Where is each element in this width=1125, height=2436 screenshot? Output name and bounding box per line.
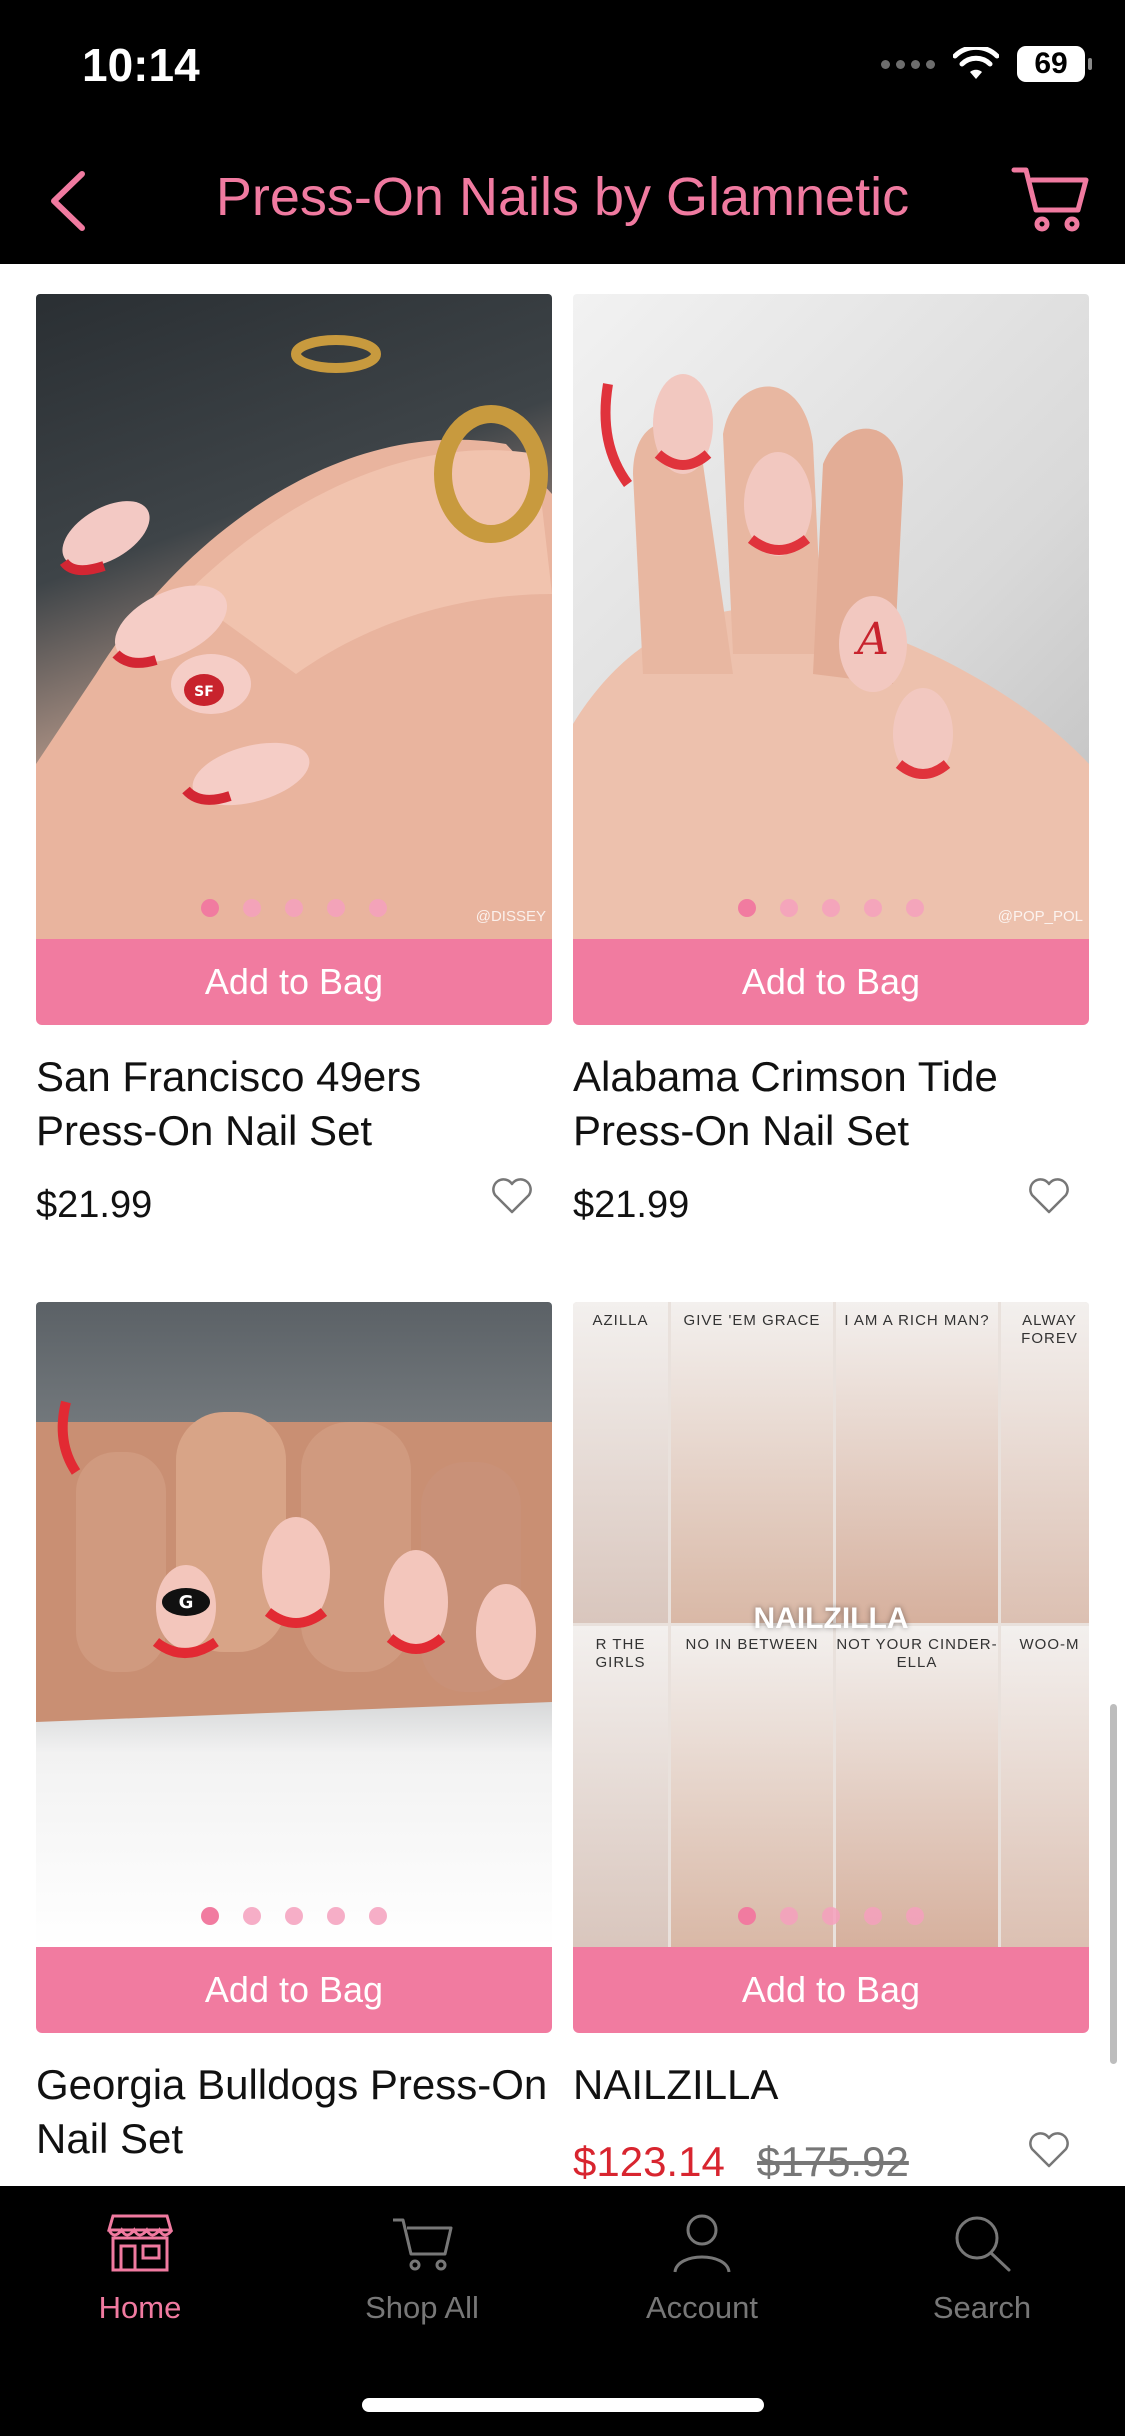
page-title: Press-On Nails by Glamnetic xyxy=(215,167,910,227)
product-card[interactable]: AZILLA GIVE 'EM GRACE I AM A RICH MAN? A… xyxy=(573,1302,1089,2186)
scroll-indicator[interactable] xyxy=(1110,1704,1117,2064)
product-title[interactable]: Georgia Bulldogs Press-On Nail Set xyxy=(36,2058,552,2166)
tab-label: Search xyxy=(932,2290,1032,2325)
product-price: $21.99 xyxy=(36,1184,153,1226)
tab-bar: Home Shop All Account Search xyxy=(0,2186,1125,2436)
collage-label: R THE GIRLS xyxy=(595,1636,646,1671)
collage-label: ALWAY FOREV xyxy=(1021,1312,1078,1347)
product-image[interactable]: AZILLA GIVE 'EM GRACE I AM A RICH MAN? A… xyxy=(573,1302,1089,1947)
nails-photo: SF xyxy=(36,335,552,939)
svg-text:SF: SF xyxy=(194,684,214,700)
product-title[interactable]: Alabama Crimson Tide Press-On Nail Set xyxy=(573,1050,1089,1158)
cart-icon[interactable] xyxy=(1010,162,1090,234)
product-grid: SF @DISSEY Add to Bag San Francisco 49er… xyxy=(0,264,1125,2186)
collage-banner: NAILZILLA xyxy=(753,1602,909,1635)
collage-label: WOO-M xyxy=(1019,1636,1080,1653)
cart-icon xyxy=(393,2218,453,2271)
add-to-bag-button[interactable]: Add to Bag xyxy=(36,939,552,1025)
product-image[interactable]: G xyxy=(36,1302,552,1947)
status-bar: 10:14 69 xyxy=(0,0,1125,130)
heart-icon[interactable] xyxy=(490,1176,534,1216)
status-icons: 69 xyxy=(881,46,1092,82)
svg-text:A: A xyxy=(853,614,889,665)
person-icon xyxy=(673,2214,731,2273)
product-title[interactable]: NAILZILLA xyxy=(573,2058,1089,2112)
photo-credit: @POP_POL xyxy=(997,908,1083,925)
home-indicator[interactable] xyxy=(362,2398,764,2412)
collage-label: GIVE 'EM GRACE xyxy=(683,1312,821,1329)
image-carousel-dots[interactable] xyxy=(573,1907,1089,1925)
tab-account[interactable]: Account xyxy=(602,2212,802,2326)
cellular-signal-icon xyxy=(881,59,935,69)
image-carousel-dots[interactable] xyxy=(36,899,552,917)
wifi-icon xyxy=(953,47,999,79)
photo-credit: @DISSEY xyxy=(475,908,546,925)
product-title[interactable]: San Francisco 49ers Press-On Nail Set xyxy=(36,1050,552,1158)
sale-price: $123.14 xyxy=(573,2138,725,2185)
tab-label: Home xyxy=(98,2290,182,2325)
product-image[interactable]: SF @DISSEY xyxy=(36,294,552,939)
status-time: 10:14 xyxy=(82,39,200,91)
tab-label: Shop All xyxy=(365,2290,479,2325)
add-to-bag-button[interactable]: Add to Bag xyxy=(573,939,1089,1025)
image-carousel-dots[interactable] xyxy=(36,1907,552,1925)
tab-shop-all[interactable]: Shop All xyxy=(322,2212,522,2326)
original-price: $175.92 xyxy=(757,2138,909,2185)
product-card[interactable]: SF @DISSEY Add to Bag San Francisco 49er… xyxy=(36,294,552,1246)
storefront-icon xyxy=(107,2214,173,2272)
tab-label: Account xyxy=(645,2290,758,2325)
nails-photo: G xyxy=(36,1400,552,1722)
svg-text:G: G xyxy=(179,1592,194,1613)
product-card[interactable]: A @POP_POL Add to Bag Alabama Crimson Ti… xyxy=(573,294,1089,1246)
product-price: $21.99 xyxy=(573,1184,690,1226)
heart-icon[interactable] xyxy=(1027,2130,1071,2170)
product-image[interactable]: A @POP_POL xyxy=(573,294,1089,939)
add-to-bag-button[interactable]: Add to Bag xyxy=(573,1947,1089,2033)
collage-label: AZILLA xyxy=(592,1312,649,1329)
tab-search[interactable]: Search xyxy=(882,2212,1082,2326)
navigation-bar: Press-On Nails by Glamnetic xyxy=(0,130,1125,264)
collage-label: NOT YOUR CINDER-ELLA xyxy=(836,1636,998,1671)
product-card[interactable]: G Add to Bag Georgia Bulldogs Press-On N… xyxy=(36,1302,552,2166)
heart-icon[interactable] xyxy=(1027,1176,1071,1216)
battery-icon: 69 xyxy=(1017,46,1092,82)
tab-home[interactable]: Home xyxy=(40,2212,240,2326)
magnifier-icon xyxy=(955,2216,1011,2272)
nails-photo: A xyxy=(573,374,1089,939)
collage-label: NO IN BETWEEN xyxy=(685,1636,819,1653)
add-to-bag-button[interactable]: Add to Bag xyxy=(36,1947,552,2033)
collage-label: I AM A RICH MAN? xyxy=(844,1312,990,1329)
